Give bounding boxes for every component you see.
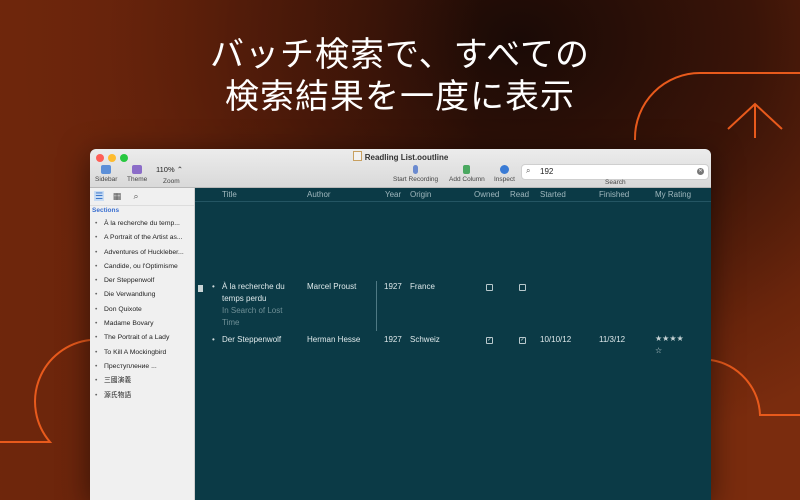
window-title-text: Readling List.ooutline — [364, 153, 449, 162]
sidebar-item[interactable]: Candide, ou l'Optimisme — [90, 260, 194, 274]
column-header-title[interactable]: Title — [222, 190, 237, 199]
sidebar-item[interactable]: Der Steppenwolf — [90, 274, 194, 288]
row-2-read-checkbox[interactable]: ✓ — [519, 337, 526, 344]
sidebar-item[interactable]: Don Quixote — [90, 303, 194, 317]
column-resize-divider[interactable] — [376, 281, 377, 331]
sidebar-item[interactable]: Adventures of Huckleber... — [90, 246, 194, 260]
add-column-button[interactable]: Add Column — [449, 165, 485, 183]
sidebar-toolbar-button[interactable]: Sidebar — [95, 165, 117, 183]
row-2-origin[interactable]: Schweiz — [410, 335, 440, 344]
sections-heading: Sections — [92, 207, 120, 214]
search-label: Search — [605, 179, 626, 186]
row-1-note-line-1[interactable]: In Search of Lost — [222, 305, 282, 317]
row-2-rating-stars[interactable]: ★★★★ — [655, 334, 684, 343]
headline-line-2: 検索結果を一度に表示 — [225, 77, 575, 117]
headline-line-1: バッチ検索で、すべての — [210, 35, 590, 75]
row-1-owned-checkbox[interactable] — [486, 284, 493, 291]
column-header-year[interactable]: Year — [385, 190, 401, 199]
column-header-author[interactable]: Author — [307, 190, 331, 199]
row-2-author[interactable]: Herman Hesse — [307, 335, 360, 344]
inspect-label: Inspect — [494, 176, 515, 183]
search-icon: ⌕ — [526, 166, 531, 175]
sidebar-item[interactable]: To Kill A Mockingbird — [90, 346, 194, 360]
column-header-started[interactable]: Started — [540, 190, 566, 199]
sidebar-item[interactable]: Преступление ... — [90, 360, 194, 374]
clear-search-icon[interactable]: ✕ — [697, 168, 704, 175]
start-recording-label: Start Recording — [393, 176, 439, 183]
add-column-icon — [463, 165, 471, 174]
sidebar-item[interactable]: 源氏物語 — [90, 389, 194, 403]
row-1-author[interactable]: Marcel Proust — [307, 282, 356, 291]
row-2-finished[interactable]: 11/3/12 — [599, 335, 625, 344]
row-1-note-line-2[interactable]: Time — [222, 317, 239, 329]
zoom-label: Zoom — [163, 178, 180, 185]
theme-label: Theme — [127, 176, 148, 183]
grid-view-icon[interactable]: ▦ — [112, 191, 122, 201]
headline: バッチ検索で、すべての 検索結果を一度に表示 — [0, 34, 800, 118]
zoom-select[interactable]: 110% ⌃ — [156, 165, 183, 174]
row-1-read-checkbox[interactable] — [519, 284, 526, 291]
column-header-row: Title Author Year Origin Owned Read Star… — [195, 188, 711, 202]
document-icon — [352, 151, 362, 161]
row-2-rating-empty-star[interactable]: ☆ — [655, 346, 662, 355]
column-header-origin[interactable]: Origin — [410, 190, 431, 199]
row-1-year[interactable]: 1927 — [384, 282, 402, 291]
search-icon[interactable]: ⌕ — [131, 191, 141, 201]
row-handle[interactable] — [198, 285, 203, 292]
sidebar: ☰ ▦ ⌕ Sections À la recherche du temp...… — [90, 188, 195, 500]
sidebar-label: Sidebar — [95, 176, 118, 183]
row-2-year[interactable]: 1927 — [384, 335, 402, 344]
sidebar-item[interactable]: 三國演義 — [90, 374, 194, 388]
outline-view-icon[interactable]: ☰ — [94, 191, 104, 201]
row-2-started[interactable]: 10/10/12 — [540, 335, 571, 344]
inspect-button[interactable]: Inspect — [494, 165, 515, 183]
row-1-origin[interactable]: France — [410, 282, 435, 291]
theme-toolbar-button[interactable]: Theme — [127, 165, 147, 183]
sidebar-item[interactable]: Madame Bovary — [90, 317, 194, 331]
outline-view: Title Author Year Origin Owned Read Star… — [195, 188, 711, 500]
column-header-owned[interactable]: Owned — [474, 190, 499, 199]
row-2-title[interactable]: Der Steppenwolf — [222, 335, 281, 344]
row-bullet[interactable]: • — [212, 282, 215, 291]
column-header-read[interactable]: Read — [510, 190, 529, 199]
search-input[interactable]: 192 — [540, 167, 553, 176]
sidebar-item[interactable]: À la recherche du temp... — [90, 217, 194, 231]
info-icon — [499, 165, 509, 174]
search-field[interactable]: ⌕ 192 ✕ — [521, 164, 709, 180]
app-window: Readling List.ooutline Sidebar Theme 110… — [90, 149, 711, 500]
column-header-my-rating[interactable]: My Rating — [655, 190, 691, 199]
sidebar-item[interactable]: Die Verwandlung — [90, 288, 194, 302]
title-bar: Readling List.ooutline Sidebar Theme 110… — [90, 149, 711, 188]
column-header-finished[interactable]: Finished — [599, 190, 629, 199]
start-recording-button[interactable]: Start Recording — [393, 165, 438, 183]
row-1-title-line-2[interactable]: temps perdu — [222, 294, 266, 303]
sections-list: À la recherche du temp... A Portrait of … — [90, 217, 194, 403]
window-title: Readling List.ooutline — [90, 151, 711, 162]
sidebar-item[interactable]: A Portrait of the Artist as... — [90, 231, 194, 245]
microphone-icon — [413, 165, 419, 174]
row-bullet[interactable]: • — [212, 335, 215, 344]
sidebar-icon — [101, 165, 112, 174]
sidebar-item[interactable]: The Portrait of a Lady — [90, 331, 194, 345]
row-1-title-line-1[interactable]: À la recherche du — [222, 282, 285, 291]
add-column-label: Add Column — [449, 176, 485, 183]
sidebar-toolbar: ☰ ▦ ⌕ — [90, 188, 194, 206]
row-2-owned-checkbox[interactable]: ✓ — [486, 337, 493, 344]
theme-icon — [132, 165, 143, 174]
